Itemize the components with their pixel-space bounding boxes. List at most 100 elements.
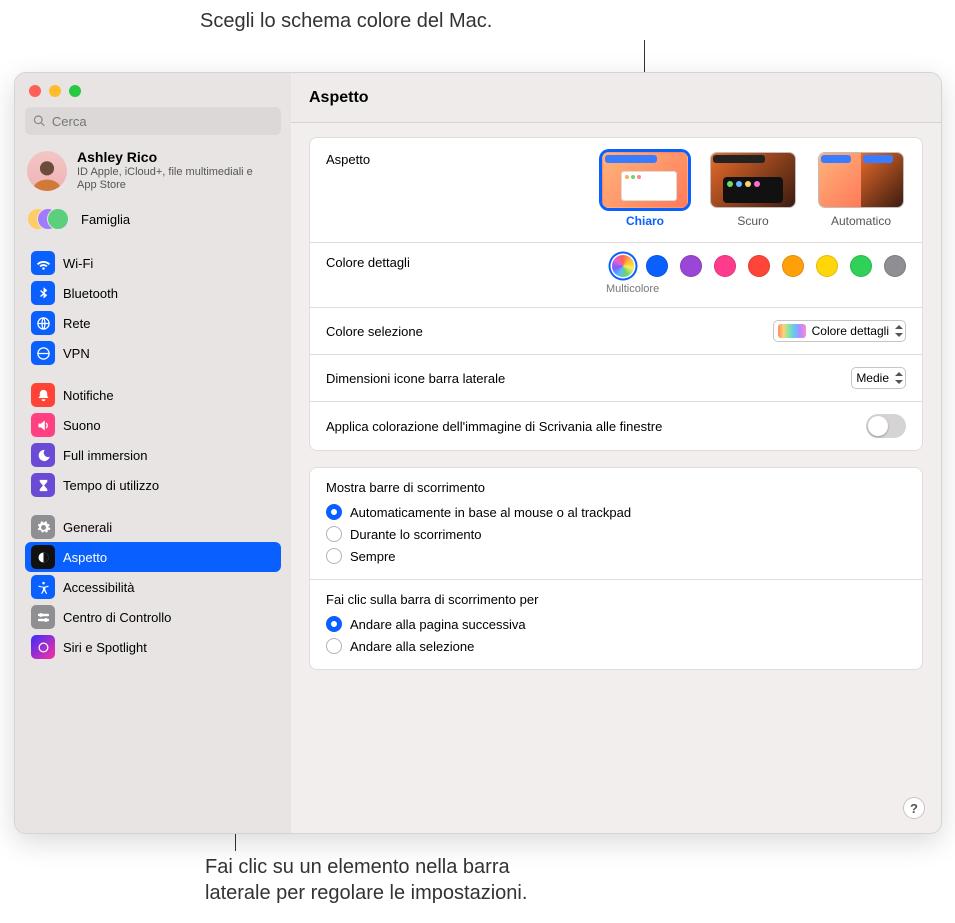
sidebar-item-label: Generali [63, 520, 112, 535]
minimize-button[interactable] [49, 85, 61, 97]
close-button[interactable] [29, 85, 41, 97]
callout-top: Scegli lo schema colore del Mac. [200, 10, 492, 33]
appearance-option-label: Automatico [831, 214, 891, 228]
user-name: Ashley Rico [77, 149, 267, 165]
accent-multicolor[interactable] [612, 255, 634, 277]
sidebar-item-bluetooth[interactable]: Bluetooth [25, 278, 281, 308]
accent-yellow[interactable] [816, 255, 838, 277]
sidebar-item-network[interactable]: Rete [25, 308, 281, 338]
bluetooth-icon [31, 281, 55, 305]
scroll-click-option-page[interactable]: Andare alla pagina successiva [326, 613, 906, 635]
scroll-show-group: Mostra barre di scorrimento Automaticame… [310, 468, 922, 580]
appearance-option-dark[interactable]: Scuro [708, 152, 798, 228]
sidebar-item-appearance[interactable]: Aspetto [25, 542, 281, 572]
scroll-click-option-selection[interactable]: Andare alla selezione [326, 635, 906, 657]
radio-icon [326, 504, 342, 520]
sidebar-item-accessibility[interactable]: Accessibilità [25, 572, 281, 602]
radio-icon [326, 616, 342, 632]
bell-icon [31, 383, 55, 407]
sidebar-item-label: Aspetto [63, 550, 107, 565]
accent-green[interactable] [850, 255, 872, 277]
vpn-icon [31, 341, 55, 365]
radio-icon [326, 526, 342, 542]
appearance-icon [31, 545, 55, 569]
appearance-option-light[interactable]: Chiaro [600, 152, 690, 228]
sidebar-item-focus[interactable]: Full immersion [25, 440, 281, 470]
radio-icon [326, 638, 342, 654]
content-body: Aspetto Chiaro [291, 123, 941, 833]
moon-icon [31, 443, 55, 467]
accent-selected-caption: Multicolore [606, 283, 659, 295]
chevron-updown-icon [895, 325, 903, 337]
sidebar: Ashley Rico ID Apple, iCloud+, file mult… [15, 73, 291, 833]
sidebar-group-general: Generali Aspetto Accessibilità Centro di… [15, 506, 291, 668]
sidebar-item-label: Notifiche [63, 388, 114, 403]
appearance-option-label: Scuro [737, 214, 768, 228]
accessibility-icon [31, 575, 55, 599]
family-avatars [27, 206, 75, 232]
sidebar-group-attention: Notifiche Suono Full immersion Tempo di … [15, 374, 291, 506]
scroll-click-header: Fai clic sulla barra di scorrimento per [310, 580, 922, 613]
light-thumbnail [602, 152, 688, 208]
sidebar-item-notifications[interactable]: Notifiche [25, 380, 281, 410]
sidebar-icon-size-row: Dimensioni icone barra laterale Medie [310, 355, 922, 402]
radio-label: Automaticamente in base al mouse o al tr… [350, 505, 631, 520]
sidebar-item-label: Tempo di utilizzo [63, 478, 159, 493]
highlight-select[interactable]: Colore dettagli [773, 320, 906, 342]
accent-pink[interactable] [714, 255, 736, 277]
radio-label: Sempre [350, 549, 396, 564]
apple-id-row[interactable]: Ashley Rico ID Apple, iCloud+, file mult… [15, 143, 291, 200]
sidebar-item-label: Wi-Fi [63, 256, 93, 271]
maximize-button[interactable] [69, 85, 81, 97]
radio-icon [326, 548, 342, 564]
search-input[interactable] [52, 114, 273, 129]
help-button[interactable]: ? [903, 797, 925, 819]
accent-graphite[interactable] [884, 255, 906, 277]
appearance-thumbs: Chiaro Scuro [600, 152, 906, 228]
system-settings-window: Ashley Rico ID Apple, iCloud+, file mult… [14, 72, 942, 834]
sidebar-item-general[interactable]: Generali [25, 512, 281, 542]
callout-bottom: Fai clic su un elemento nella barra late… [205, 854, 527, 906]
sidebar-item-label: Siri e Spotlight [63, 640, 147, 655]
siri-icon [31, 635, 55, 659]
accent-blue[interactable] [646, 255, 668, 277]
scroll-show-option-auto[interactable]: Automaticamente in base al mouse o al tr… [326, 501, 906, 523]
appearance-option-auto[interactable]: Automatico [816, 152, 906, 228]
accent-orange[interactable] [782, 255, 804, 277]
highlight-swatch [778, 324, 806, 338]
wallpaper-tint-toggle[interactable] [866, 414, 906, 438]
accent-red[interactable] [748, 255, 770, 277]
family-label: Famiglia [81, 212, 130, 227]
appearance-row: Aspetto Chiaro [310, 138, 922, 243]
sidebar-icon-size-select[interactable]: Medie [851, 367, 906, 389]
sidebar-item-screentime[interactable]: Tempo di utilizzo [25, 470, 281, 500]
avatar [27, 151, 67, 191]
scroll-show-option-scrolling[interactable]: Durante lo scorrimento [326, 523, 906, 545]
scroll-show-option-always[interactable]: Sempre [326, 545, 906, 567]
highlight-value: Colore dettagli [812, 324, 889, 338]
radio-label: Andare alla selezione [350, 639, 474, 654]
page-title-text: Aspetto [309, 89, 369, 107]
highlight-row: Colore selezione Colore dettagli [310, 308, 922, 355]
sidebar-item-wifi[interactable]: Wi-Fi [25, 248, 281, 278]
sidebar-item-vpn[interactable]: VPN [25, 338, 281, 368]
sidebar-item-control-center[interactable]: Centro di Controllo [25, 602, 281, 632]
sidebar-item-label: Accessibilità [63, 580, 135, 595]
sidebar-icon-size-value: Medie [856, 371, 889, 385]
gear-icon [31, 515, 55, 539]
toggle-knob [868, 416, 888, 436]
highlight-label: Colore selezione [326, 324, 423, 339]
wallpaper-tint-label: Applica colorazione dell'immagine di Scr… [326, 419, 662, 434]
search-container [15, 107, 291, 143]
scroll-click-group: Fai clic sulla barra di scorrimento per … [310, 580, 922, 669]
user-subtitle: ID Apple, iCloud+, file multimediali e A… [77, 166, 267, 192]
appearance-option-label: Chiaro [626, 214, 664, 228]
family-row[interactable]: Famiglia [15, 200, 291, 242]
sound-icon [31, 413, 55, 437]
accent-purple[interactable] [680, 255, 702, 277]
sidebar-item-siri[interactable]: Siri e Spotlight [25, 632, 281, 662]
search-field[interactable] [25, 107, 281, 135]
radio-label: Andare alla pagina successiva [350, 617, 526, 632]
sidebar-item-sound[interactable]: Suono [25, 410, 281, 440]
sidebar-icon-size-label: Dimensioni icone barra laterale [326, 371, 505, 386]
